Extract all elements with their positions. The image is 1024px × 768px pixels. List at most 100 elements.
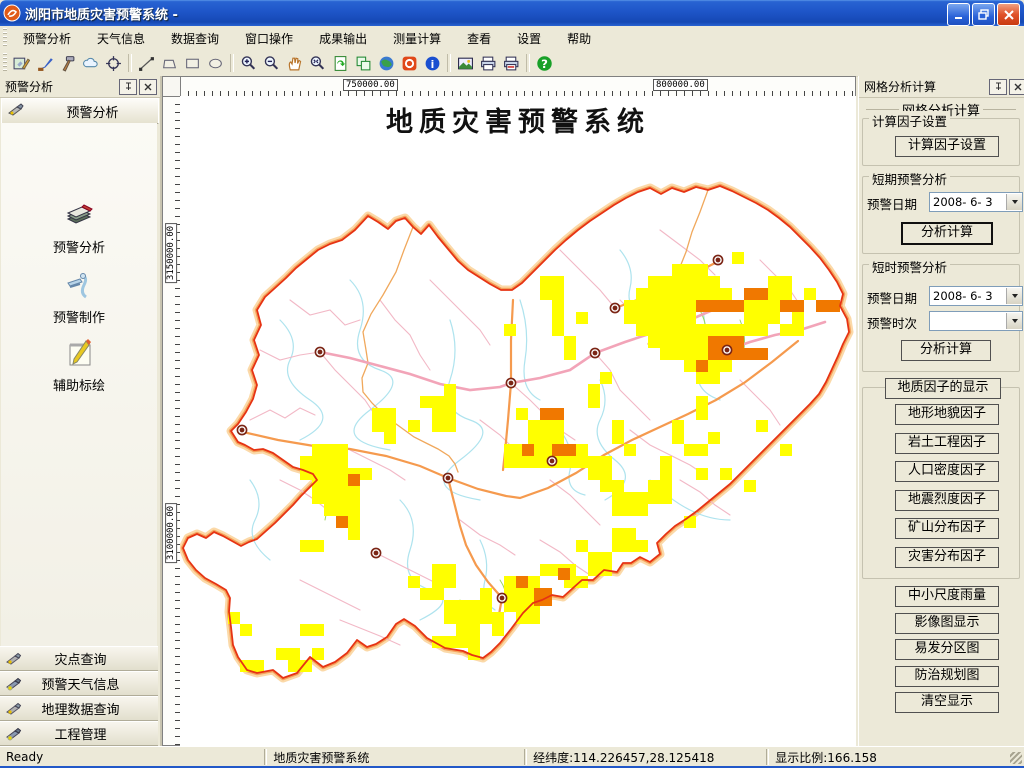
chevron-down-icon[interactable] bbox=[1006, 194, 1022, 210]
bottom-button-1[interactable]: 影像图显示 bbox=[895, 613, 999, 634]
menu-item-6[interactable]: 查看 bbox=[454, 27, 504, 50]
sidebar-group-0[interactable]: 灾点查询 bbox=[0, 646, 158, 671]
tool-gray-icon bbox=[5, 651, 23, 667]
nowcast-time-combo[interactable] bbox=[929, 311, 1023, 331]
app-icon bbox=[3, 4, 21, 22]
image-icon[interactable] bbox=[454, 52, 477, 74]
menu-item-2[interactable]: 数据查询 bbox=[158, 27, 232, 50]
warning-analysis-panel: 预警分析 预警分析 预警分析预警制作辅助标绘 灾点查询预警天气信息地理数据查询工… bbox=[0, 76, 162, 746]
ruler-label: 750000.00 bbox=[343, 79, 398, 91]
factor-button-2[interactable]: 人口密度因子 bbox=[895, 461, 999, 482]
draw-ellipse-icon[interactable] bbox=[204, 52, 227, 74]
bottom-button-2[interactable]: 易发分区图 bbox=[895, 639, 999, 660]
pan-icon[interactable] bbox=[283, 52, 306, 74]
nowcast-date-combo[interactable]: 2008- 6- 3 bbox=[929, 286, 1023, 306]
menu-grip[interactable] bbox=[3, 28, 7, 47]
menu-bar: 预警分析天气信息数据查询窗口操作成果输出测量计算查看设置帮助 bbox=[0, 26, 1024, 51]
menu-item-4[interactable]: 成果输出 bbox=[306, 27, 380, 50]
record-icon[interactable] bbox=[398, 52, 421, 74]
menu-item-8[interactable]: 帮助 bbox=[554, 27, 604, 50]
sidebar-group-3[interactable]: 工程管理 bbox=[0, 721, 158, 746]
close-button[interactable] bbox=[997, 3, 1020, 26]
chevron-down-icon[interactable] bbox=[1006, 313, 1022, 329]
nowcast-analyze-button[interactable]: 分析计算 bbox=[901, 340, 991, 361]
restore-button[interactable] bbox=[972, 3, 995, 26]
ruler-corner bbox=[162, 76, 182, 98]
menu-item-5[interactable]: 测量计算 bbox=[380, 27, 454, 50]
zoom-extent-icon[interactable] bbox=[306, 52, 329, 74]
cloud-icon[interactable] bbox=[79, 52, 102, 74]
left-panel-header[interactable]: 预警分析 bbox=[1, 98, 159, 124]
sidebar-group-2[interactable]: 地理数据查询 bbox=[0, 696, 158, 721]
minimize-button[interactable] bbox=[947, 3, 970, 26]
menu-item-1[interactable]: 天气信息 bbox=[84, 27, 158, 50]
chevron-down-icon[interactable] bbox=[1006, 288, 1022, 304]
bottom-button-4[interactable]: 清空显示 bbox=[895, 692, 999, 713]
zoom-in-icon[interactable] bbox=[237, 52, 260, 74]
sidebar-item-label: 辅助标绘 bbox=[53, 379, 105, 394]
sidebar-group-label: 工程管理 bbox=[23, 724, 138, 743]
bottom-button-0[interactable]: 中小尺度雨量 bbox=[895, 586, 999, 607]
factor-button-4[interactable]: 矿山分布因子 bbox=[895, 518, 999, 539]
sidebar-group-1[interactable]: 预警天气信息 bbox=[0, 671, 158, 696]
menu-item-3[interactable]: 窗口操作 bbox=[232, 27, 306, 50]
map-canvas[interactable]: 地质灾害预警系统 bbox=[180, 96, 856, 746]
draw-rect-icon[interactable] bbox=[181, 52, 204, 74]
locate-icon[interactable] bbox=[102, 52, 125, 74]
help-icon[interactable]: ? bbox=[533, 52, 556, 74]
sidebar-item-1[interactable]: 预警制作 bbox=[1, 269, 157, 326]
draw-polygon-icon[interactable] bbox=[158, 52, 181, 74]
draw-line-icon[interactable] bbox=[135, 52, 158, 74]
globe-icon[interactable] bbox=[375, 52, 398, 74]
factor-settings-title: 计算因子设置 bbox=[869, 111, 950, 130]
close-panel-icon[interactable] bbox=[1009, 79, 1024, 95]
short-term-date-combo[interactable]: 2008- 6- 3 bbox=[929, 192, 1023, 212]
ruler-top: 750000.00800000.00 bbox=[180, 76, 856, 98]
brush-icon[interactable] bbox=[33, 52, 56, 74]
factor-settings-button[interactable]: 计算因子设置 bbox=[895, 136, 999, 157]
tool-color-icon bbox=[5, 726, 23, 742]
pin-icon[interactable] bbox=[989, 79, 1007, 95]
bottom-button-3[interactable]: 防治规划图 bbox=[895, 666, 999, 687]
sidebar-item-0[interactable]: 预警分析 bbox=[1, 199, 157, 256]
geo-factor-display-button[interactable]: 地质因子的显示 bbox=[885, 378, 1001, 399]
zoom-out-icon[interactable] bbox=[260, 52, 283, 74]
menu-item-0[interactable]: 预警分析 bbox=[10, 27, 84, 50]
short-term-analyze-button[interactable]: 分析计算 bbox=[901, 222, 993, 245]
left-panel-title: 预警分析 bbox=[5, 78, 117, 95]
close-icon bbox=[1004, 10, 1014, 20]
pin-icon[interactable] bbox=[119, 79, 137, 95]
factor-button-1[interactable]: 岩土工程因子 bbox=[895, 433, 999, 454]
print-alt-icon[interactable] bbox=[500, 52, 523, 74]
book-icon bbox=[62, 199, 96, 233]
map-drawing[interactable] bbox=[180, 96, 856, 746]
resize-grip[interactable] bbox=[1010, 752, 1022, 764]
grid-analysis-panel: 网格分析计算 网格分析计算 计算因子设置 计算因子设置 短期预警分析 预警日期 … bbox=[858, 76, 1024, 746]
ruler-left: 3150000.003100000.00 bbox=[162, 96, 182, 746]
toolbar-grip[interactable] bbox=[3, 53, 7, 74]
svg-text:?: ? bbox=[541, 56, 548, 70]
sidebar-item-label: 预警分析 bbox=[53, 241, 105, 256]
copy-icon[interactable] bbox=[352, 52, 375, 74]
print-icon[interactable] bbox=[477, 52, 500, 74]
factor-button-5[interactable]: 灾害分布因子 bbox=[895, 547, 999, 568]
sidebar-item-2[interactable]: 辅助标绘 bbox=[1, 337, 157, 394]
menu-item-7[interactable]: 设置 bbox=[504, 27, 554, 50]
factor-button-0[interactable]: 地形地貌因子 bbox=[895, 404, 999, 425]
map-edit-icon[interactable] bbox=[10, 52, 33, 74]
tool-gray-icon bbox=[5, 701, 23, 717]
info-icon[interactable]: i bbox=[421, 52, 444, 74]
tool-color-icon bbox=[5, 676, 23, 692]
factor-button-3[interactable]: 地震烈度因子 bbox=[895, 490, 999, 511]
toolbar-separator bbox=[447, 54, 451, 72]
close-panel-icon[interactable] bbox=[139, 79, 157, 95]
minimize-icon bbox=[954, 10, 964, 20]
refresh-icon[interactable] bbox=[329, 52, 352, 74]
sidebar-group-label: 预警天气信息 bbox=[23, 674, 138, 693]
caliper-icon bbox=[62, 269, 96, 303]
left-panel-titlebar: 预警分析 bbox=[0, 76, 160, 98]
hammer-icon[interactable] bbox=[56, 52, 79, 74]
left-panel-body: 预警分析预警制作辅助标绘 bbox=[1, 123, 157, 703]
nowcast-title: 短时预警分析 bbox=[869, 257, 950, 276]
window-title: 浏阳市地质灾害预警系统 - bbox=[25, 4, 178, 23]
